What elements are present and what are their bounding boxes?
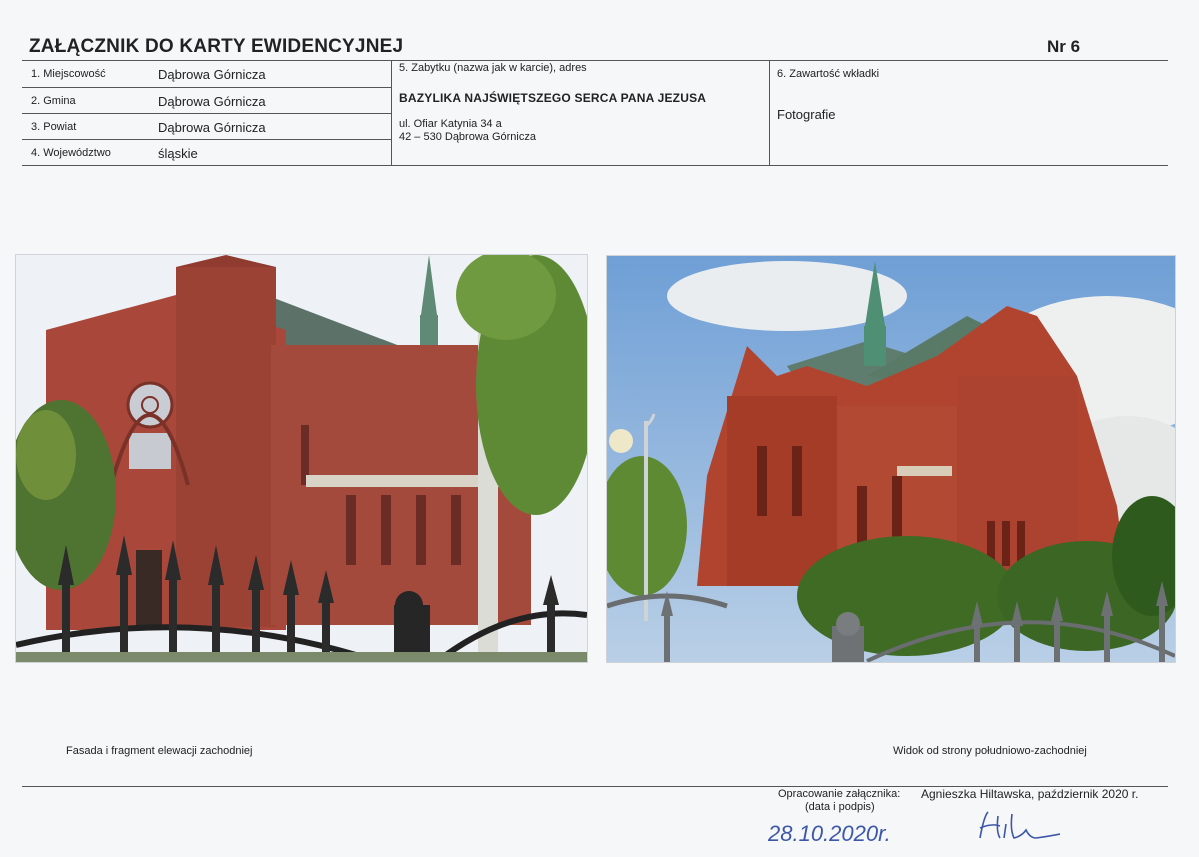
table-row-divider xyxy=(22,113,391,114)
field-label-powiat: 3. Powiat xyxy=(31,121,77,133)
field-label-wojewodztwo: 4. Województwo xyxy=(31,147,111,159)
table-bottom-border xyxy=(22,165,1168,166)
monument-address-line1: ul. Ofiar Katynia 34 a xyxy=(399,118,502,130)
field-value-powiat: Dąbrowa Górnicza xyxy=(158,120,266,135)
field-value-wojewodztwo: śląskie xyxy=(158,146,198,161)
church-facade-illustration xyxy=(16,255,587,662)
monument-address-line2: 42 – 530 Dąbrowa Górnicza xyxy=(399,131,536,143)
table-top-border xyxy=(22,60,1168,61)
attachment-number: Nr 6 xyxy=(1047,37,1081,56)
field-label-zabytek: 5. Zabytku (nazwa jak w karcie), adres xyxy=(399,62,587,74)
document-title: ZAŁĄCZNIK DO KARTY EWIDENCYJNEJ xyxy=(29,36,404,57)
church-southwest-illustration xyxy=(607,256,1175,662)
handwritten-date-and-signature: 28.10.2020r. xyxy=(767,811,1060,846)
footer-prepared-by: Agnieszka Hiltawska, październik 2020 r. xyxy=(921,787,1139,801)
field-value-miejscowosc: Dąbrowa Górnicza xyxy=(158,67,266,82)
field-value-gmina: Dąbrowa Górnicza xyxy=(158,94,266,109)
photo-facade xyxy=(15,254,588,663)
table-column-divider xyxy=(769,60,770,165)
footer-prepared-label: Opracowanie załącznika: xyxy=(778,788,901,800)
field-value-zawartosc: Fotografie xyxy=(777,107,836,122)
monument-name: BAZYLIKA NAJŚWIĘTSZEGO SERCA PANA JEZUSA xyxy=(399,91,707,105)
photo-caption-facade: Fasada i fragment elewacji zachodniej xyxy=(66,745,253,757)
table-row-divider xyxy=(22,139,391,140)
document-page: ZAŁĄCZNIK DO KARTY EWIDENCYJNEJ Nr 6 1. … xyxy=(0,0,1199,857)
field-label-gmina: 2. Gmina xyxy=(31,95,76,107)
field-label-zawartosc: 6. Zawartość wkładki xyxy=(777,68,880,80)
table-column-divider xyxy=(391,60,392,165)
field-label-miejscowosc: 1. Miejscowość xyxy=(31,68,106,80)
photo-caption-southwest: Widok od strony południowo-zachodniej xyxy=(893,745,1087,757)
table-row-divider xyxy=(22,87,391,88)
handwritten-date: 28.10.2020r. xyxy=(767,821,891,846)
signature-mark xyxy=(979,811,1060,839)
photo-southwest-view xyxy=(606,255,1176,663)
